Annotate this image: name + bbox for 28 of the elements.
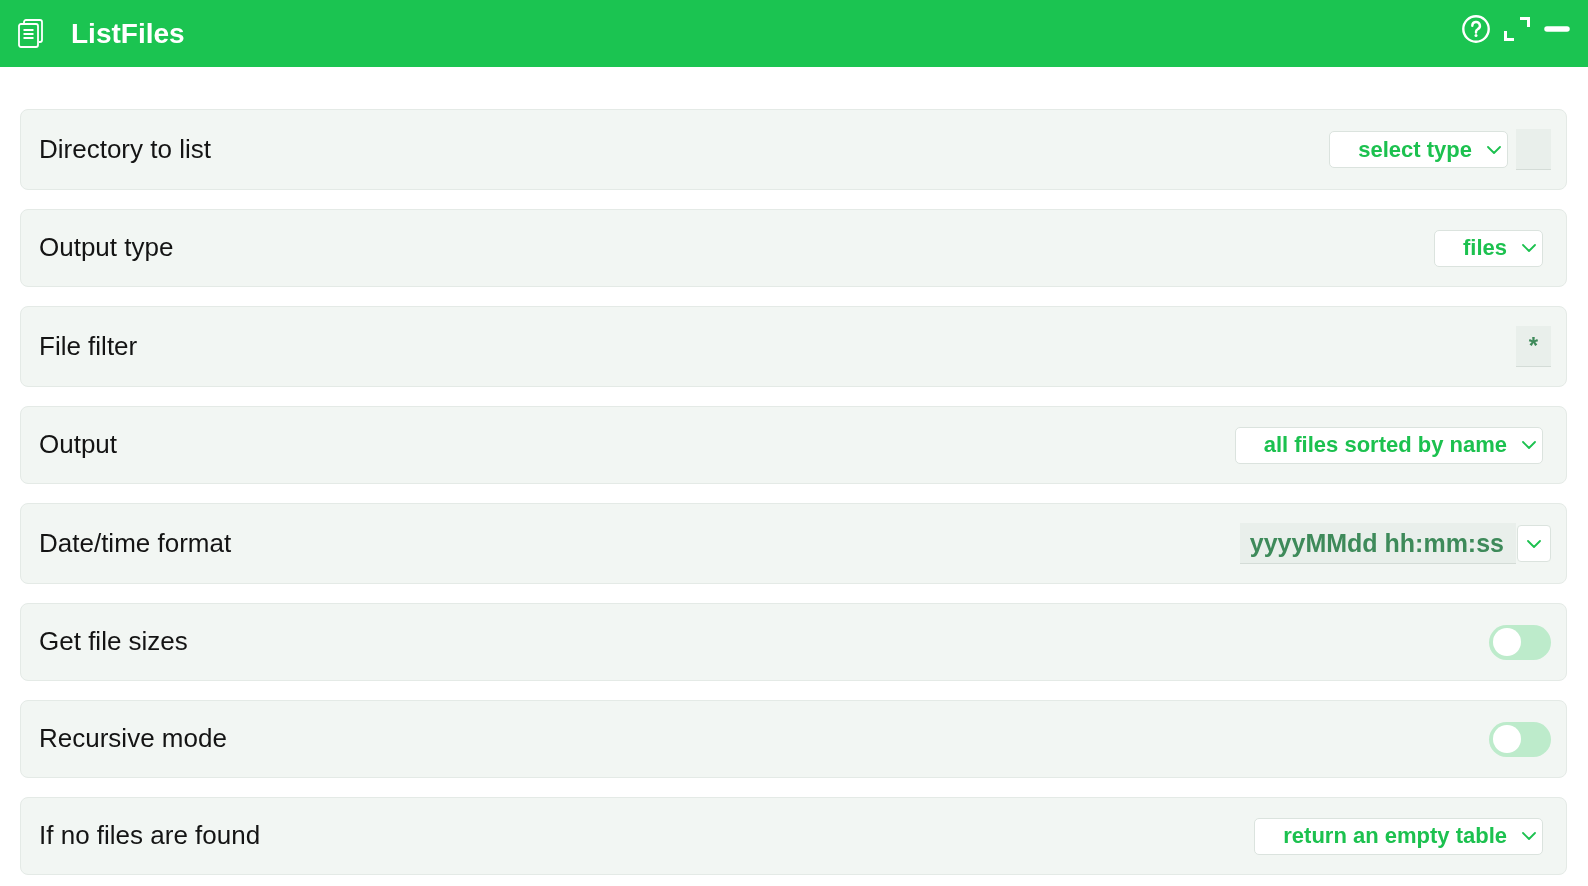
minimize-icon[interactable] [1544, 25, 1570, 32]
setting-label: File filter [39, 330, 139, 363]
dropdown[interactable]: files [1433, 229, 1543, 267]
setting-label: Date/time format [39, 527, 233, 560]
toggle-switch[interactable] [1489, 721, 1551, 757]
setting-label: Output [39, 429, 119, 461]
dropdown-button[interactable] [1517, 525, 1551, 562]
setting-label: If no files are found [39, 820, 262, 852]
setting-label: Output type [39, 232, 175, 264]
chevron-down-icon [1527, 539, 1541, 548]
dropdown[interactable]: select type [1329, 131, 1508, 168]
text-field[interactable]: * [1516, 326, 1551, 367]
documents-icon [18, 19, 43, 48]
expand-icon[interactable] [1504, 16, 1530, 41]
toggle-switch[interactable] [1489, 624, 1551, 660]
dropdown[interactable]: all files sorted by name [1234, 426, 1543, 464]
help-icon[interactable] [1462, 14, 1490, 43]
window-title: ListFiles [71, 16, 185, 51]
setting-label: Directory to list [39, 133, 212, 166]
dropdown[interactable]: return an empty table [1254, 817, 1543, 855]
text-field[interactable]: yyyyMMdd hh:mm:ss [1239, 523, 1516, 564]
chevron-down-icon [1487, 145, 1501, 154]
setting-label: Recursive mode [39, 723, 228, 755]
setting-label: Get file sizes [39, 626, 189, 658]
input-field[interactable] [1516, 129, 1551, 170]
chevron-down-icon [1522, 244, 1536, 252]
chevron-down-icon [1522, 832, 1536, 840]
chevron-down-icon [1522, 441, 1536, 449]
